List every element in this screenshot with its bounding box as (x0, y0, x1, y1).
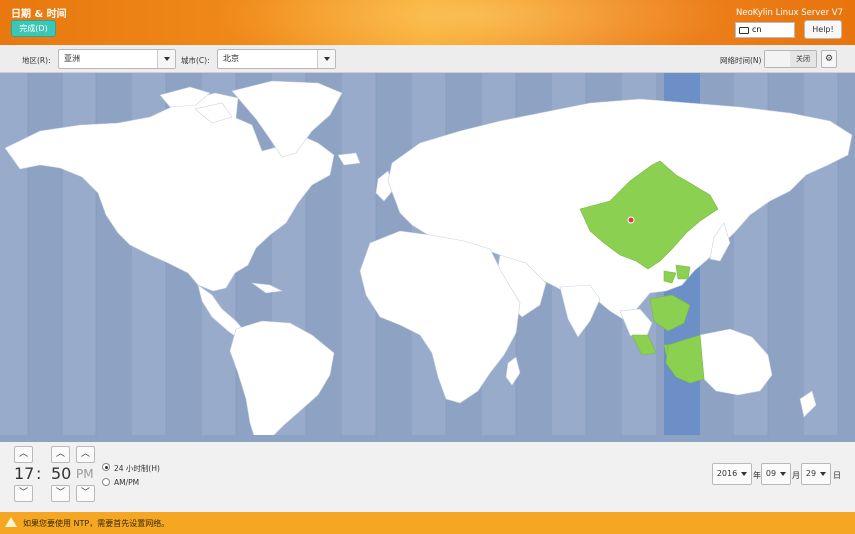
toggle-knob[interactable] (765, 51, 791, 67)
format-ampm-label: AM/PM (114, 478, 140, 487)
region-label: 地区(R): (22, 56, 51, 65)
city-value: 北京 (223, 54, 239, 63)
year-select[interactable]: 2016 (712, 463, 752, 485)
location-pin (627, 216, 635, 224)
timezone-map[interactable] (0, 73, 855, 442)
ampm-value: PM (76, 467, 94, 481)
page-title: 日期 & 时间 (11, 9, 67, 20)
minute-up-button[interactable]: ︿ (51, 446, 70, 463)
chevron-down-icon: ﹀ (80, 488, 90, 498)
region-value: 亚洲 (64, 54, 80, 63)
day-select[interactable]: 29 (801, 463, 831, 485)
warning-icon (5, 517, 17, 527)
chevron-down-icon[interactable] (157, 50, 175, 68)
chevron-down-icon[interactable] (317, 50, 335, 68)
ampm-down-button[interactable]: ﹀ (76, 485, 95, 502)
keyboard-layout-value: cn (752, 25, 762, 34)
ntp-state: 关闭 (790, 51, 816, 67)
time-separator: : (36, 464, 42, 483)
header-bar: 日期 & 时间 完成(D) NeoKylin Linux Server V7 c… (0, 0, 855, 45)
chevron-down-icon: ﹀ (18, 488, 28, 498)
world-map[interactable] (0, 73, 855, 442)
year-unit: 年 (753, 471, 761, 480)
help-button[interactable]: Help! (804, 20, 842, 39)
month-value: 09 (765, 469, 777, 478)
chevron-up-icon: ︿ (80, 449, 90, 459)
chevron-up-icon: ︿ (18, 449, 28, 459)
ntp-label: 网络时间(N) (720, 56, 762, 65)
hour-up-button[interactable]: ︿ (14, 446, 33, 463)
chevron-down-icon: ﹀ (55, 488, 65, 498)
ampm-up-button[interactable]: ︿ (76, 446, 95, 463)
ntp-config-button[interactable]: ⚙ (821, 50, 837, 68)
minute-value: 50 (51, 464, 72, 483)
hour-down-button[interactable]: ﹀ (14, 485, 33, 502)
minute-down-button[interactable]: ﹀ (51, 485, 70, 502)
month-unit: 月 (792, 471, 800, 480)
ntp-toggle[interactable]: 关闭 (764, 50, 817, 68)
hour-value: 17 (14, 464, 35, 483)
gear-icon: ⚙ (824, 54, 834, 64)
timezone-toolbar: 地区(R): 亚洲 城市(C): 北京 网络时间(N) 关闭 ⚙ (0, 45, 855, 73)
day-value: 29 (805, 469, 817, 478)
day-unit: 日 (833, 471, 841, 480)
product-name: NeoKylin Linux Server V7 (736, 8, 843, 18)
warning-text: 如果您要使用 NTP，需要首先设置网络。 (23, 519, 170, 528)
city-label: 城市(C): (181, 56, 210, 65)
warning-bar: 如果您要使用 NTP，需要首先设置网络。 (0, 512, 855, 534)
chevron-up-icon: ︿ (55, 449, 65, 459)
format-24h-radio[interactable] (102, 463, 110, 471)
format-24h-label: 24 小时制(H) (114, 464, 160, 473)
region-select[interactable]: 亚洲 (58, 49, 176, 69)
keyboard-icon (739, 27, 749, 34)
keyboard-layout-indicator[interactable]: cn (735, 22, 795, 38)
year-value: 2016 (716, 469, 738, 478)
header-swoosh (210, 0, 730, 45)
format-ampm-radio[interactable] (102, 478, 110, 486)
done-button[interactable]: 完成(D) (11, 20, 56, 37)
month-select[interactable]: 09 (761, 463, 791, 485)
city-select[interactable]: 北京 (217, 49, 336, 69)
